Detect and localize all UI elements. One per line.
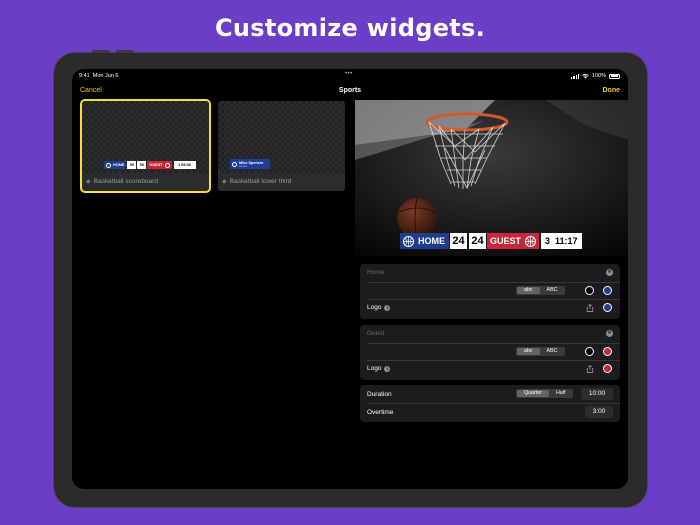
overtime-value-field[interactable]: 3:00: [585, 406, 613, 418]
home-name-input[interactable]: Home: [367, 269, 384, 276]
wifi-icon: [582, 73, 589, 78]
overtime-label: Overtime: [367, 409, 394, 416]
logo-label: Logo: [367, 304, 382, 311]
guest-logo-row: Logo i: [367, 365, 391, 372]
case-option-lower[interactable]: abc: [517, 287, 540, 294]
status-bar: 9:41 Mon Jun 6 ••• 100%: [72, 69, 628, 83]
preview-scoreboard: HOME 24 24 GUEST 3 11:17: [400, 233, 582, 249]
preview-home-score: 24: [450, 233, 467, 249]
duration-option-half[interactable]: Half: [549, 390, 572, 397]
team-color-swatch[interactable]: [603, 347, 612, 356]
clear-icon[interactable]: ✕: [606, 269, 613, 276]
template-tile-lower-third[interactable]: Mike Spencer Guard ◈ Basketball lower th…: [218, 101, 345, 191]
template-caption: ◈ Basketball lower third: [218, 173, 345, 191]
app-screen: 9:41 Mon Jun 6 ••• 100% Cancel Sports Do…: [72, 69, 628, 489]
mini-lower-subtitle: Guard: [239, 163, 247, 168]
text-color-swatch[interactable]: [585, 286, 594, 295]
divider: [367, 403, 620, 404]
battery-percent: 100%: [591, 73, 606, 79]
template-caption: ◈ Basketball scoreboard: [82, 173, 209, 191]
share-icon[interactable]: [586, 304, 594, 312]
home-team-card: Home ✕ abc ABC Logo i: [360, 264, 620, 319]
basketball-icon: [164, 162, 170, 168]
preview-guest-label: GUEST: [490, 236, 522, 246]
widget-preview: HOME 24 24 GUEST 3 11:17: [355, 100, 628, 256]
mini-lower-third: Mike Spencer Guard: [230, 159, 270, 169]
divider: [367, 360, 620, 361]
mini-home-label: HOME: [113, 163, 125, 167]
basketball-icon: [232, 161, 237, 167]
done-button[interactable]: Done: [603, 87, 621, 94]
mini-scoreboard: HOME 00 00 GUEST 1 09:00: [104, 161, 196, 169]
headline: Customize widgets.: [214, 14, 486, 42]
device-button: [92, 50, 110, 53]
guest-name-input[interactable]: Guest: [367, 330, 384, 337]
info-icon[interactable]: i: [384, 304, 391, 311]
mini-home-score: 00: [127, 161, 137, 169]
multitasking-dots-icon[interactable]: •••: [345, 71, 353, 77]
logo-label: Logo: [367, 365, 382, 372]
battery-icon: [609, 73, 620, 79]
case-option-upper[interactable]: ABC: [540, 287, 565, 294]
clear-icon[interactable]: ✕: [606, 330, 613, 337]
duration-value-field[interactable]: 10:00: [581, 388, 613, 400]
preview-clock: 11:17: [555, 236, 578, 246]
divider: [367, 343, 620, 344]
basketball-icon: [525, 235, 537, 247]
template-tile-scoreboard[interactable]: HOME 00 00 GUEST 1 09:00 ◈ Basketball sc…: [80, 99, 211, 193]
divider: [367, 282, 620, 283]
layers-icon: ◈: [222, 179, 227, 185]
case-option-lower[interactable]: abc: [517, 348, 540, 355]
duration-segmented-control[interactable]: Quarter Half: [516, 389, 574, 398]
preview-home-label: HOME: [418, 236, 445, 246]
template-thumbnail: Mike Spencer Guard: [218, 101, 345, 173]
basketball-icon: [403, 235, 414, 247]
share-icon[interactable]: [586, 365, 594, 373]
divider: [367, 299, 620, 300]
status-time: 9:41 Mon Jun 6: [79, 73, 119, 79]
home-case-segmented-control[interactable]: abc ABC: [516, 286, 566, 295]
preview-guest-team: GUEST: [487, 233, 540, 249]
preview-home-team: HOME: [400, 233, 449, 249]
info-icon[interactable]: i: [384, 365, 391, 372]
mini-guest-score: 00: [137, 161, 147, 169]
timing-card: Duration Quarter Half 10:00 Overtime 3:0…: [360, 385, 620, 422]
basketball-icon: [106, 162, 111, 168]
duration-option-quarter[interactable]: Quarter: [517, 390, 549, 397]
preview-game-clock: 3 11:17: [541, 233, 582, 249]
mini-guest-label: GUEST: [149, 163, 163, 167]
logo-color-swatch[interactable]: [603, 303, 612, 312]
duration-label: Duration: [367, 391, 392, 398]
text-color-swatch[interactable]: [585, 347, 594, 356]
home-logo-row: Logo i: [367, 304, 391, 311]
preview-guest-score: 24: [469, 233, 486, 249]
cellular-signal-icon: [571, 73, 579, 79]
case-option-upper[interactable]: ABC: [540, 348, 565, 355]
guest-case-segmented-control[interactable]: abc ABC: [516, 347, 566, 356]
logo-color-swatch[interactable]: [603, 364, 612, 373]
navigation-bar: Cancel Sports Done: [72, 87, 628, 99]
device-button: [116, 50, 134, 53]
template-thumbnail: HOME 00 00 GUEST 1 09:00: [82, 101, 209, 173]
guest-team-card: Guest ✕ abc ABC Logo i: [360, 325, 620, 380]
layers-icon: ◈: [86, 179, 91, 185]
preview-period: 3: [545, 236, 551, 246]
team-color-swatch[interactable]: [603, 286, 612, 295]
mini-clock: 1 09:00: [173, 161, 196, 169]
page-title: Sports: [338, 87, 362, 94]
